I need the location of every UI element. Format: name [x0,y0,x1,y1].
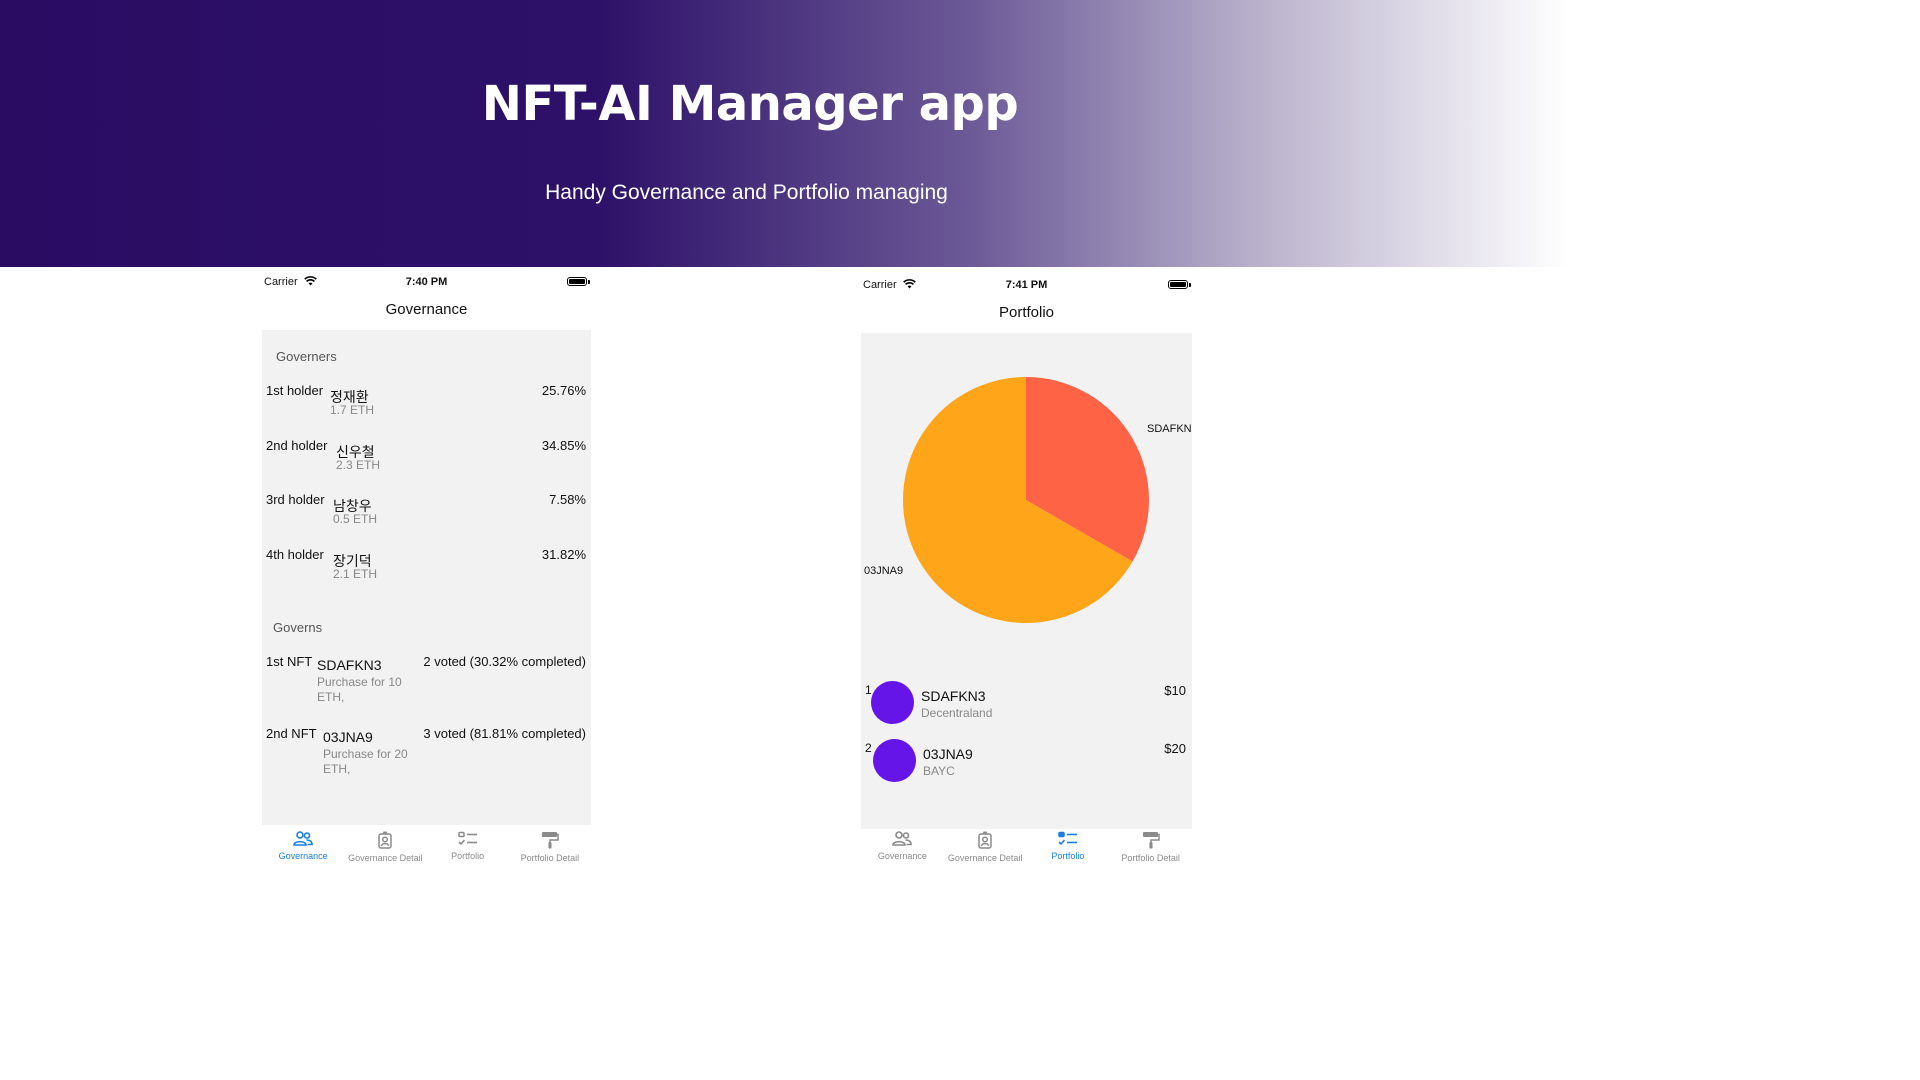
holder-rank: 4th holder [266,547,324,562]
hero-subtitle: Handy Governance and Portfolio managing [545,181,948,204]
tab-governance-detail[interactable]: Governance Detail [944,826,1027,882]
tab-label: Governance Detail [947,853,1023,863]
holder-percent: 7.58% [549,492,586,507]
holder-rank: 2nd holder [266,438,328,453]
item-collection: BAYC [923,764,955,778]
tab-label: Governance [877,851,927,861]
governer-row[interactable]: 1st holder 정재환 1.7 ETH 25.76% [262,383,591,433]
item-price: $10 [1164,683,1186,698]
nft-thumbnail [871,681,914,724]
status-bar: Carrier 7:40 PM [262,267,591,297]
tab-governance[interactable]: Governance [262,826,344,882]
people-icon [892,831,913,846]
nft-desc-line1: Purchase for 20 [323,747,408,761]
battery-icon [567,277,590,286]
page-title: Governance [385,301,468,318]
holder-amount: 2.1 ETH [333,567,378,581]
tab-label: Portfolio [1051,851,1085,861]
item-index: 2 [865,741,872,755]
tab-label: Governance Detail [348,853,423,863]
holder-percent: 25.76% [541,383,586,398]
checklist-icon [1058,831,1077,846]
item-name: SDAFKN3 [921,688,986,704]
tab-portfolio[interactable]: Portfolio [1027,826,1110,882]
govern-row[interactable]: 1st NFT SDAFKN3 Purchase for 10 ETH, 2 v… [262,654,591,718]
tab-portfolio[interactable]: Portfolio [427,826,509,882]
holder-percent: 34.85% [541,438,586,453]
pie-label-03jna9: 03JNA9 [864,565,904,577]
tab-governance-detail[interactable]: Governance Detail [344,826,426,882]
pie-label-sdafkn3: SDAFKN [1147,423,1192,435]
checklist-icon [457,831,477,846]
clock: 7:40 PM [405,276,448,288]
portfolio-content: SDAFKN 03JNA9 1 SDAFKN3 Decentraland $10… [861,333,1192,829]
nft-name: 03JNA9 [323,729,373,745]
holder-rank: 1st holder [266,383,324,398]
hero-banner: NFT-AI Manager app Handy Governance and … [0,0,1568,267]
item-collection: Decentraland [921,706,993,720]
tab-portfolio-detail[interactable]: Portfolio Detail [509,826,591,882]
paint-roller-icon [1142,832,1160,849]
governance-list: Governers 1st holder 정재환 1.7 ETH 25.76% … [262,330,591,825]
tab-label: Portfolio Detail [520,853,580,863]
governance-screen: Carrier 7:40 PM Governance Governers 1st… [262,267,591,882]
portfolio-item[interactable]: 1 SDAFKN3 Decentraland $10 [861,681,1192,731]
nft-name: SDAFKN3 [317,657,382,673]
holder-rank: 3rd holder [266,492,325,507]
governer-row[interactable]: 2nd holder 신우철 2.3 ETH 34.85% [262,438,591,488]
nft-thumbnail [873,739,916,782]
holder-percent: 31.82% [541,547,586,562]
tab-bar: Governance Governance Detail Portfolio P… [262,826,591,882]
nft-rank: 2nd NFT [266,726,317,741]
governer-row[interactable]: 3rd holder 남창우 0.5 ETH 7.58% [262,492,591,542]
holder-amount: 1.7 ETH [330,403,375,417]
portfolio-item[interactable]: 2 03JNA9 BAYC $20 [861,739,1192,789]
tab-bar: Governance Governance Detail Portfolio P… [861,826,1192,882]
item-name: 03JNA9 [923,746,973,762]
portfolio-pie-chart [903,377,1149,623]
holder-amount: 0.5 ETH [333,512,378,526]
clock: 7:41 PM [1005,279,1048,291]
nft-desc-line2: ETH, [317,690,345,704]
paint-roller-icon [541,832,559,849]
tab-portfolio-detail[interactable]: Portfolio Detail [1109,826,1192,882]
person-badge-icon [978,831,992,849]
nft-desc-line1: Purchase for 10 [317,675,402,689]
holder-amount: 2.3 ETH [336,458,381,472]
tab-label: Portfolio [451,851,485,861]
vote-status: 2 voted (30.32% completed) [423,654,586,669]
governer-row[interactable]: 4th holder 장기덕 2.1 ETH 31.82% [262,547,591,597]
tab-label: Portfolio Detail [1121,853,1180,863]
nft-rank: 1st NFT [266,654,313,669]
page-title: Portfolio [998,304,1055,321]
governers-section-header: Governers [276,349,337,364]
tab-governance[interactable]: Governance [861,826,944,882]
hero-title: NFT-AI Manager app [481,76,1019,132]
item-price: $20 [1164,741,1186,756]
person-badge-icon [378,831,393,849]
portfolio-screen: Carrier 7:41 PM Portfolio SDAFKN 03JNA9 … [861,270,1192,882]
tab-label: Governance [278,851,328,861]
vote-status: 3 voted (81.81% completed) [423,726,586,741]
nft-desc-line2: ETH, [323,762,351,776]
governs-section-header: Governs [273,620,323,635]
item-index: 1 [865,683,872,697]
people-icon [293,831,313,846]
govern-row[interactable]: 2nd NFT 03JNA9 Purchase for 20 ETH, 3 vo… [262,726,591,790]
battery-icon [1168,280,1191,289]
status-bar: Carrier 7:41 PM [861,270,1192,300]
